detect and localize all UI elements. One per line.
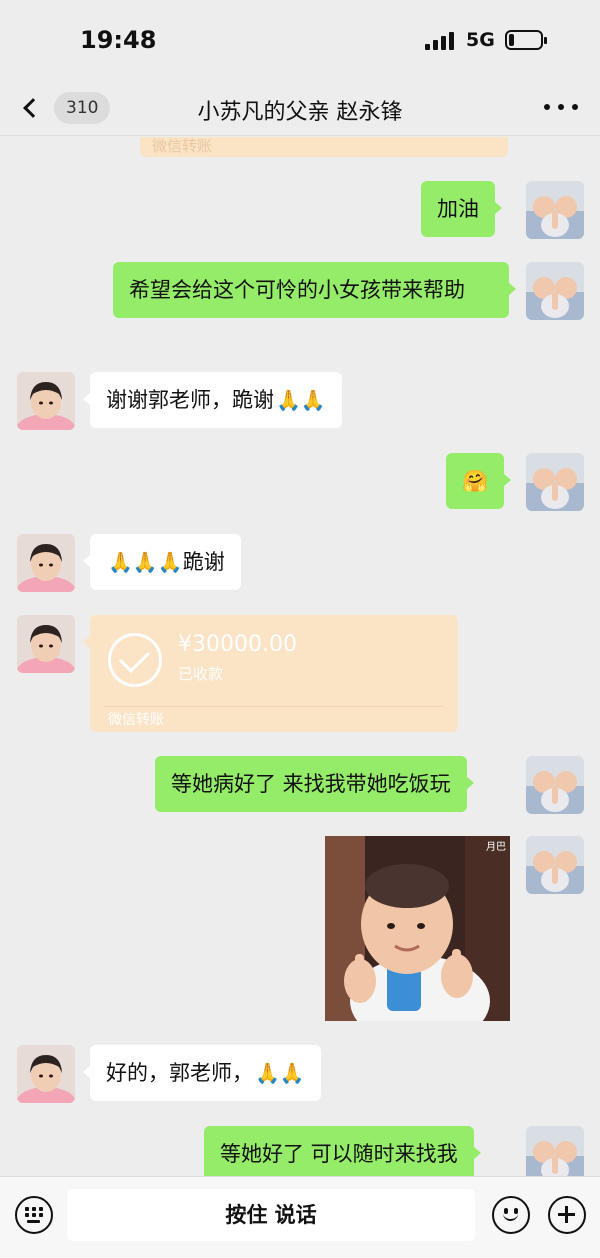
message-text: 等她病好了 来找我带她吃饭玩 [171, 772, 451, 796]
message-bubble-received[interactable]: 🙏🙏🙏跪谢 [83, 534, 241, 590]
chat-title: 小苏凡的父亲 赵永锋 [197, 100, 403, 125]
transfer-status: 已收款 [178, 665, 224, 683]
my-avatar[interactable] [526, 262, 584, 320]
my-avatar[interactable] [526, 453, 584, 511]
plus-icon[interactable] [548, 1196, 586, 1234]
status-bar: 19:48 5G [0, 0, 600, 80]
message-bubble-sent[interactable]: 希望会给这个可怜的小女孩带来帮助 [113, 262, 516, 318]
transfer-card-partial[interactable]: 微信转账 [140, 137, 508, 157]
network-label: 5G [466, 29, 495, 51]
my-avatar[interactable] [526, 181, 584, 239]
transfer-card-label: 微信转账 [108, 712, 164, 728]
contact-avatar[interactable] [17, 534, 75, 592]
message-bubble-received[interactable]: 谢谢郭老师，跪谢 🙏🙏 [83, 372, 342, 428]
nav-bar: 310 小苏凡的父亲 赵永锋 [0, 80, 600, 136]
divider [104, 706, 444, 707]
my-avatar[interactable] [526, 836, 584, 894]
more-dot-icon [544, 104, 550, 110]
signal-icon [425, 32, 457, 50]
battery-icon [505, 30, 547, 50]
more-dot-icon [558, 104, 564, 110]
pray-emoji-icon: 🙏🙏🙏 [108, 550, 183, 574]
sticker-source-tag: 月巴 [486, 842, 506, 853]
message-text: 希望会给这个可怜的小女孩带来帮助 [129, 278, 465, 302]
message-bubble-sent[interactable]: 加油 [421, 181, 502, 237]
message-text: 等她好了 可以随时来找我 [220, 1142, 458, 1166]
chat-screen: 19:48 5G 310 小苏凡的父亲 赵永锋 微信转账 加油 希望会给这个可怜… [0, 0, 600, 1258]
pray-emoji-icon: 🙏🙏 [255, 1061, 305, 1085]
message-text: 跪谢 [182, 550, 225, 574]
contact-avatar[interactable] [17, 372, 75, 430]
sticker-image[interactable]: 月巴 [325, 836, 510, 1021]
transfer-card[interactable]: ¥30000.00 已收款 微信转账 [83, 615, 458, 732]
message-bubble-sent[interactable]: 等她病好了 来找我带她吃饭玩 [155, 756, 474, 812]
message-bubble-sent[interactable]: 等她好了 可以随时来找我 [204, 1126, 481, 1182]
message-text: 加油 [437, 197, 479, 221]
keyboard-icon[interactable] [15, 1196, 53, 1234]
pray-emoji-icon: 🙏🙏 [276, 388, 326, 412]
message-bubble-sent[interactable]: 🤗 [446, 453, 512, 509]
message-text: 谢谢郭老师，跪谢 [106, 388, 274, 412]
message-bubble-received[interactable]: 好的，郭老师， 🙏🙏 [83, 1045, 321, 1101]
transfer-card-label: 微信转账 [152, 137, 213, 155]
contact-avatar[interactable] [17, 1045, 75, 1103]
hug-emoji-icon: 🤗 [462, 469, 489, 493]
contact-avatar[interactable] [17, 615, 75, 673]
hold-to-talk-button[interactable]: 按住 说话 [67, 1189, 475, 1241]
emoji-icon[interactable] [492, 1196, 530, 1234]
message-text: 好的，郭老师， [106, 1061, 253, 1085]
status-time: 19:48 [80, 26, 157, 54]
input-bar: 按住 说话 [0, 1176, 600, 1258]
more-dot-icon [572, 104, 578, 110]
my-avatar[interactable] [526, 756, 584, 814]
baby-thumbs-up-sticker-icon [325, 836, 510, 1021]
battery-level [509, 34, 514, 46]
check-circle-icon [108, 633, 162, 687]
transfer-amount: ¥30000.00 [178, 632, 297, 657]
more-options-button[interactable] [544, 104, 578, 114]
